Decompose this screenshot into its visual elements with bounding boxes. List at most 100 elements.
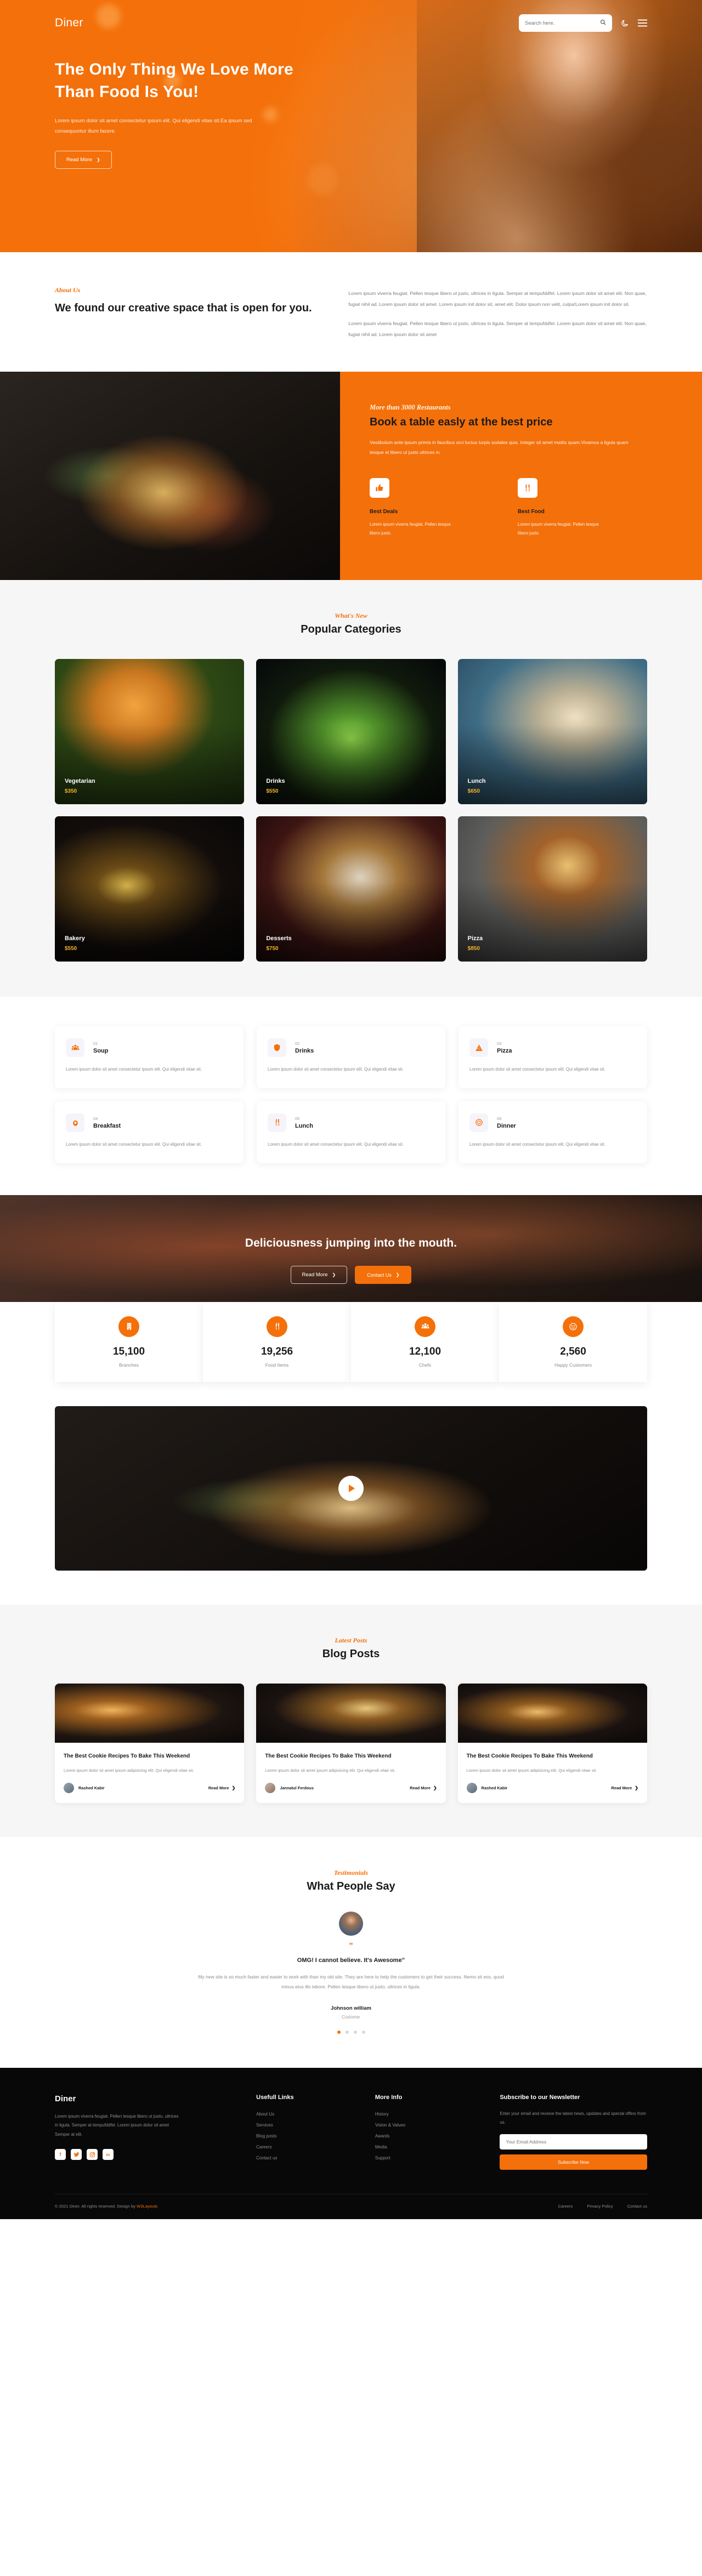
blog-author: Rashed Kabir [466, 1783, 507, 1794]
booking-eyebrow: More than 3000 Restaurants [370, 403, 451, 412]
menu-item-desc: Lorem ipsum dolor sit amet consectetur i… [66, 1141, 202, 1147]
footer-bottom-link-privacy-policy[interactable]: Privacy Policy [587, 2204, 613, 2209]
twitter-icon[interactable] [71, 2149, 82, 2160]
blog-post-excerpt: Lorem ipsum dolor sit amet ipsum adipisi… [64, 1767, 194, 1773]
newsletter-subscribe-button[interactable]: Subscribe Now [500, 2154, 647, 2170]
moon-icon[interactable] [621, 19, 629, 27]
search-icon[interactable] [600, 18, 606, 28]
blog-read-more-link[interactable]: Read More ❯ [208, 1785, 236, 1790]
blog-author-name: Rashed Kabir [78, 1785, 105, 1791]
booking-feature-desc: Lorem ipsum viverra feugiat. Pellen tesq… [370, 522, 451, 536]
category-card[interactable]: Drinks $550 [256, 659, 446, 805]
footer-bottom-link-contact-us[interactable]: Contact us [627, 2204, 647, 2209]
menu-item-card[interactable]: 01 Soup Lorem ipsum dolor sit amet conse… [55, 1026, 244, 1088]
instagram-icon[interactable] [87, 2149, 98, 2160]
stat-value: 2,560 [560, 1345, 586, 1357]
facebook-icon[interactable]: f [55, 2149, 66, 2160]
blog-author: Jannatul Ferdous [265, 1783, 314, 1794]
pagination-dot[interactable] [337, 2030, 341, 2034]
linkedin-icon[interactable]: in [103, 2149, 114, 2160]
testimonial-pagination-dots [55, 2030, 647, 2034]
menu-item-number: 01 [93, 1041, 98, 1047]
about-paragraph-1: Lorem ipsum viverra feugiat. Pellen tesq… [348, 291, 647, 307]
blog-card[interactable]: The Best Cookie Recipes To Bake This Wee… [457, 1683, 647, 1804]
pagination-dot[interactable] [345, 2030, 349, 2034]
testimonial-title: What People Say [307, 1880, 395, 1893]
category-card[interactable]: Lunch $650 [457, 659, 647, 805]
category-card[interactable]: Vegetarian $350 [55, 659, 245, 805]
blog-card[interactable]: The Best Cookie Recipes To Bake This Wee… [256, 1683, 446, 1804]
search-input[interactable] [525, 20, 596, 26]
stat-label: Branches [119, 1362, 139, 1368]
header-actions [519, 14, 647, 32]
thumbs-up-icon [370, 478, 389, 498]
menu-item-desc: Lorem ipsum dolor sit amet consectetur i… [66, 1067, 202, 1072]
blog-post-excerpt: Lorem ipsum dolor sit amet ipsum adipisi… [265, 1767, 395, 1773]
footer-link-about-us[interactable]: About Us [256, 2112, 356, 2117]
category-name: Pizza [467, 935, 483, 942]
footer-bottom-bar: © 2021 Diner. All rights reserved. Desig… [55, 2194, 647, 2219]
blog-title: Blog Posts [322, 1647, 380, 1660]
people-group-icon [66, 1038, 84, 1057]
footer-link-awards[interactable]: Awards [375, 2134, 481, 2139]
menu-item-card[interactable]: 04 Breakfast Lorem ipsum dolor sit amet … [55, 1101, 244, 1163]
menu-item-card[interactable]: 06 Dinner Lorem ipsum dolor sit amet con… [458, 1101, 647, 1163]
booking-section: More than 3000 Restaurants Book a table … [0, 372, 702, 581]
hero-section: Diner Search here. The Only Thing We Lov… [0, 0, 702, 252]
footer-link-services[interactable]: Services [256, 2123, 356, 2128]
footer-logo[interactable]: Diner [55, 2094, 237, 2103]
footer-link-vision-values[interactable]: Vision & Values [375, 2123, 481, 2128]
play-button-icon[interactable] [338, 1475, 364, 1501]
site-logo[interactable]: Diner [55, 16, 83, 30]
menu-item-card[interactable]: 02 Drinks Lorem ipsum dolor sit amet con… [257, 1026, 445, 1088]
category-price: $350 [65, 788, 77, 795]
site-header: Diner [55, 0, 647, 32]
blog-grid: The Best Cookie Recipes To Bake This Wee… [55, 1683, 647, 1804]
footer-link-support[interactable]: Support [375, 2156, 481, 2160]
blog-card[interactable]: The Best Cookie Recipes To Bake This Wee… [55, 1683, 245, 1804]
booking-features: Best Deals Lorem ipsum viverra feugiat. … [370, 478, 672, 537]
design-credit-link[interactable]: W3Layouts [137, 2204, 157, 2209]
blog-heading: Latest Posts Blog Posts [55, 1636, 647, 1661]
testimonial-headline: OMG! I cannot believe. It's Awesome” [297, 1957, 405, 1964]
about-section: About Us We found our creative space tha… [0, 252, 702, 372]
menu-item-card[interactable]: 05 Lunch Lorem ipsum dolor sit amet cons… [257, 1101, 445, 1163]
footer-link-blog-posts[interactable]: Blog posts [256, 2134, 356, 2139]
copyright-prefix: © 2021 Diner. All rights reserved. Desig… [55, 2204, 137, 2209]
stat-card: 2,560 Happy Customers [499, 1301, 647, 1382]
blog-thumbnail [457, 1683, 647, 1743]
menu-items-grid: 01 Soup Lorem ipsum dolor sit amet conse… [55, 1026, 647, 1163]
menu-item-card[interactable]: 03 Pizza Lorem ipsum dolor sit amet cons… [458, 1026, 647, 1088]
blog-read-more-link[interactable]: Read More ❯ [410, 1785, 437, 1790]
search-box[interactable] [519, 14, 612, 32]
blog-read-more-label: Read More [611, 1785, 632, 1791]
pagination-dot[interactable] [361, 2030, 365, 2034]
cta-contact-us-button[interactable]: Contact Us ❯ [355, 1266, 412, 1284]
footer-link-history[interactable]: History [375, 2112, 481, 2117]
cta-read-more-label: Read More [302, 1272, 328, 1278]
bokeh-decoration [307, 164, 338, 195]
hero-title: The Only Thing We Love More Than Food Is… [55, 60, 293, 101]
video-player[interactable] [55, 1406, 647, 1571]
hamburger-menu-icon[interactable] [638, 19, 647, 27]
category-card[interactable]: Bakery $550 [55, 816, 245, 962]
copyright-text: © 2021 Diner. All rights reserved. Desig… [55, 2204, 157, 2209]
cta-read-more-button[interactable]: Read More ❯ [290, 1266, 348, 1284]
footer-link-contact-us[interactable]: Contact us [256, 2156, 356, 2160]
category-card[interactable]: Pizza $850 [457, 816, 647, 962]
pagination-dot[interactable] [353, 2030, 357, 2034]
testimonial-author-name: Johnson william [331, 2005, 371, 2011]
footer-socials: f in [55, 2149, 237, 2160]
footer-link-media[interactable]: Media [375, 2145, 481, 2149]
category-card[interactable]: Desserts $750 [256, 816, 446, 962]
pizza-slice-icon [469, 1038, 488, 1057]
menu-item-name: Dinner [497, 1122, 516, 1129]
blog-read-more-link[interactable]: Read More ❯ [612, 1785, 639, 1790]
video-section [0, 1381, 702, 1605]
footer-bottom-link-careers[interactable]: Careers [558, 2204, 573, 2209]
booking-lead: Vestibulum ante ipsum primis in faucibus… [370, 440, 629, 456]
hero-read-more-button[interactable]: Read More ❯ [55, 150, 112, 169]
menu-item-desc: Lorem ipsum dolor sit amet consectetur i… [268, 1067, 404, 1072]
footer-link-careers[interactable]: Careers [256, 2145, 356, 2149]
newsletter-email-input[interactable] [500, 2134, 647, 2150]
